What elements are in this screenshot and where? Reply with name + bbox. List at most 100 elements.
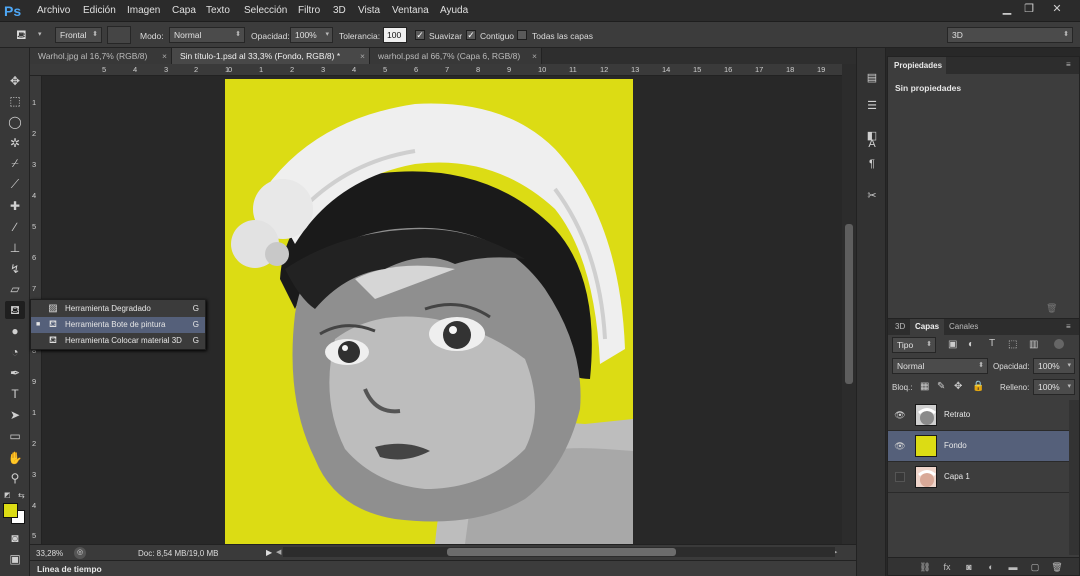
lock-all-icon[interactable]: 🔒 (972, 381, 984, 392)
scroll-left-icon[interactable]: ◀ (276, 548, 281, 556)
filter-shape-icon[interactable]: ⬚ (1008, 339, 1017, 350)
menu-3d[interactable]: 3D (333, 5, 346, 16)
path-selection-tool-icon[interactable]: ➤ (5, 406, 25, 424)
close-button[interactable]: ✕ (1048, 3, 1066, 16)
history-brush-tool-icon[interactable]: ↯ (5, 260, 25, 278)
filter-type-icon[interactable]: T (989, 338, 995, 349)
menu-texto[interactable]: Texto (206, 5, 230, 16)
timeline-panel[interactable]: Línea de tiempo (30, 560, 856, 576)
flyout-item-paint-bucket[interactable]: ■ ⛾ Herramienta Bote de pintura G (31, 317, 205, 333)
menu-ventana[interactable]: Ventana (392, 5, 429, 16)
menu-capa[interactable]: Capa (172, 5, 196, 16)
minimize-button[interactable]: ▁ (998, 3, 1016, 16)
layer-row-retrato[interactable]: 👁 Retrato (888, 400, 1069, 431)
swap-colors-icon[interactable]: ⇆ (18, 491, 25, 500)
tab-sin-titulo[interactable]: Sin título-1.psd al 33,3% (Fondo, RGB/8)… (172, 48, 370, 64)
properties-panel-icon[interactable]: ☰ (863, 98, 881, 114)
eraser-tool-icon[interactable]: ▱ (5, 280, 25, 298)
tab-capas[interactable]: Capas (910, 319, 945, 335)
layers-scrollbar[interactable] (1069, 400, 1079, 555)
history-panel-icon[interactable]: ▤ (863, 70, 881, 86)
tool-presets-icon[interactable]: ✂ (863, 188, 881, 204)
close-icon[interactable]: × (532, 48, 537, 64)
tab-canales[interactable]: Canales (944, 319, 983, 335)
visibility-eye-icon[interactable]: 👁 (894, 441, 906, 452)
layer-filter-dropdown[interactable]: Tipo ⬍ (892, 337, 936, 353)
dodge-tool-icon[interactable]: ◔ (5, 343, 25, 361)
rectangle-tool-icon[interactable]: ▭ (5, 427, 25, 445)
status-menu-arrow-icon[interactable]: ▶ (266, 548, 272, 557)
foreground-color-swatch[interactable] (3, 503, 18, 518)
menu-archivo[interactable]: Archivo (37, 5, 70, 16)
type-tool-icon[interactable]: T (5, 385, 25, 403)
new-group-icon[interactable]: ▬ (1006, 561, 1020, 573)
pen-tool-icon[interactable]: ✒ (5, 364, 25, 382)
filter-adjustment-icon[interactable]: ◐ (968, 339, 974, 350)
delete-layer-icon[interactable]: 🗑 (1050, 561, 1064, 573)
menu-imagen[interactable]: Imagen (127, 5, 160, 16)
clone-stamp-tool-icon[interactable]: ⊥ (5, 239, 25, 257)
panel-menu-icon[interactable]: ≡ (1066, 60, 1071, 69)
lock-pixels-icon[interactable]: ✎ (937, 381, 945, 392)
zoom-tool-icon[interactable]: ⚲ (5, 469, 25, 487)
tab-warhol-psd[interactable]: warhol.psd al 66,7% (Capa 6, RGB/8) × (370, 48, 542, 64)
character-panel-icon[interactable]: A (863, 136, 881, 152)
mode-dropdown[interactable]: Normal ⬍ (169, 27, 245, 43)
contiguous-checkbox[interactable]: ✓ (466, 30, 476, 40)
zoom-level[interactable]: 33,28% (36, 549, 63, 558)
flyout-item-3d-material-drop[interactable]: ⛾ Herramienta Colocar material 3D G (31, 333, 205, 349)
filter-pixel-icon[interactable]: ▣ (948, 339, 957, 350)
menu-ayuda[interactable]: Ayuda (440, 5, 468, 16)
healing-brush-tool-icon[interactable]: ✚ (5, 197, 25, 215)
crop-tool-icon[interactable]: ⌿ (5, 154, 25, 172)
filter-toggle-icon[interactable] (1054, 339, 1064, 349)
menu-vista[interactable]: Vista (358, 5, 380, 16)
screen-mode-icon[interactable]: ▣ (5, 550, 25, 568)
menu-seleccion[interactable]: Selección (244, 5, 287, 16)
adjustment-layer-icon[interactable]: ◐ (984, 561, 998, 573)
layer-row-capa-1[interactable]: Capa 1 (888, 462, 1069, 493)
menu-filtro[interactable]: Filtro (298, 5, 320, 16)
new-layer-icon[interactable]: ▢ (1028, 561, 1042, 573)
layers-opacity-dropdown[interactable]: 100% ▾ (1033, 358, 1075, 374)
restore-button[interactable]: ❐ (1020, 3, 1038, 16)
fill-source-dropdown[interactable]: Frontal ⬍ (55, 27, 102, 43)
tab-warhol-jpg[interactable]: Warhol.jpg al 16,7% (RGB/8) × (30, 48, 172, 64)
fill-dropdown[interactable]: 100% ▾ (1033, 379, 1075, 395)
tab-3d[interactable]: 3D (890, 319, 910, 335)
magic-wand-tool-icon[interactable]: ✲ (5, 134, 25, 152)
blend-mode-dropdown[interactable]: Normal ⬍ (892, 358, 988, 374)
lock-transparent-icon[interactable]: ▦ (920, 381, 929, 392)
brush-tool-icon[interactable]: ∕ (5, 218, 25, 236)
hand-tool-icon[interactable]: ✋ (5, 449, 25, 467)
add-mask-icon[interactable]: ◙ (962, 561, 976, 573)
flyout-item-gradient[interactable]: ▨ Herramienta Degradado G (31, 301, 205, 317)
paint-bucket-tool-icon[interactable]: ⛾ (5, 301, 25, 319)
all-layers-checkbox[interactable] (517, 30, 527, 40)
close-icon[interactable]: × (360, 48, 365, 64)
paragraph-panel-icon[interactable]: ¶ (863, 156, 881, 172)
lock-position-icon[interactable]: ✥ (954, 381, 962, 392)
blur-tool-icon[interactable]: ● (5, 322, 25, 340)
layer-effects-icon[interactable]: fx (940, 561, 954, 573)
lasso-tool-icon[interactable]: ◯ (5, 113, 25, 131)
quick-mask-icon[interactable]: ◙ (5, 529, 25, 547)
filter-smart-object-icon[interactable]: ▥ (1029, 339, 1038, 350)
tool-preset-arrow-icon[interactable]: ▾ (38, 30, 42, 38)
trash-icon[interactable]: 🗑 (1046, 303, 1057, 314)
smooth-checkbox[interactable]: ✓ (415, 30, 425, 40)
marquee-tool-icon[interactable]: ⬚ (5, 92, 25, 110)
eyedropper-tool-icon[interactable]: ⟋ (5, 175, 25, 193)
paint-bucket-icon[interactable]: ⛾ (16, 27, 27, 45)
visibility-eye-icon[interactable]: 👁 (894, 410, 906, 421)
tolerance-input[interactable]: 100 (383, 27, 407, 43)
pattern-picker[interactable] (107, 26, 131, 44)
move-tool-icon[interactable]: ✥ (5, 72, 25, 90)
document-canvas[interactable] (225, 79, 633, 544)
layer-row-fondo[interactable]: 👁 Fondo (888, 431, 1069, 462)
tab-propiedades[interactable]: Propiedades (888, 57, 946, 74)
visibility-toggle-empty[interactable] (895, 472, 905, 482)
opacity-dropdown[interactable]: 100% ▾ (290, 27, 333, 43)
status-info-icon[interactable]: ◎ (74, 547, 86, 559)
default-colors-icon[interactable]: ◩ (4, 491, 11, 499)
